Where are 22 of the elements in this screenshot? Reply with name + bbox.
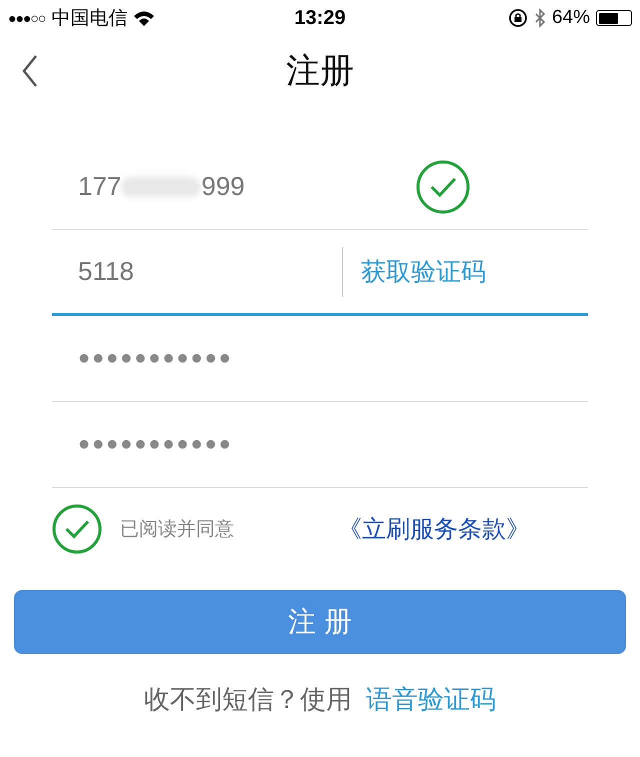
- sms-help-text: 收不到短信？使用: [144, 684, 352, 714]
- terms-link[interactable]: 《立刷服务条款》: [338, 513, 530, 545]
- agree-checkbox[interactable]: [52, 504, 102, 554]
- battery-percent: 64%: [552, 7, 590, 29]
- agreement-text: 已阅读并同意: [120, 518, 235, 542]
- signal-dots: ●●●○○: [8, 10, 46, 26]
- chevron-left-icon: [22, 55, 38, 87]
- code-field[interactable]: 5118: [78, 256, 342, 287]
- phone-field[interactable]: 177 999: [78, 171, 416, 202]
- rotation-lock-icon: [508, 8, 528, 28]
- password-field[interactable]: ●●●●●●●●●●●: [78, 347, 588, 370]
- battery-icon: [596, 10, 632, 26]
- bluetooth-icon: [534, 8, 546, 28]
- page-title: 注册: [286, 51, 354, 92]
- voice-code-link[interactable]: 语音验证码: [366, 684, 496, 714]
- check-icon: [52, 504, 102, 554]
- get-code-button[interactable]: 获取验证码: [361, 255, 486, 288]
- password-field[interactable]: ●●●●●●●●●●●: [78, 433, 588, 456]
- clock-time: 13:29: [294, 6, 346, 30]
- register-button[interactable]: 注 册: [14, 590, 626, 654]
- carrier-label: 中国电信: [51, 7, 128, 31]
- wifi-icon: [133, 10, 156, 26]
